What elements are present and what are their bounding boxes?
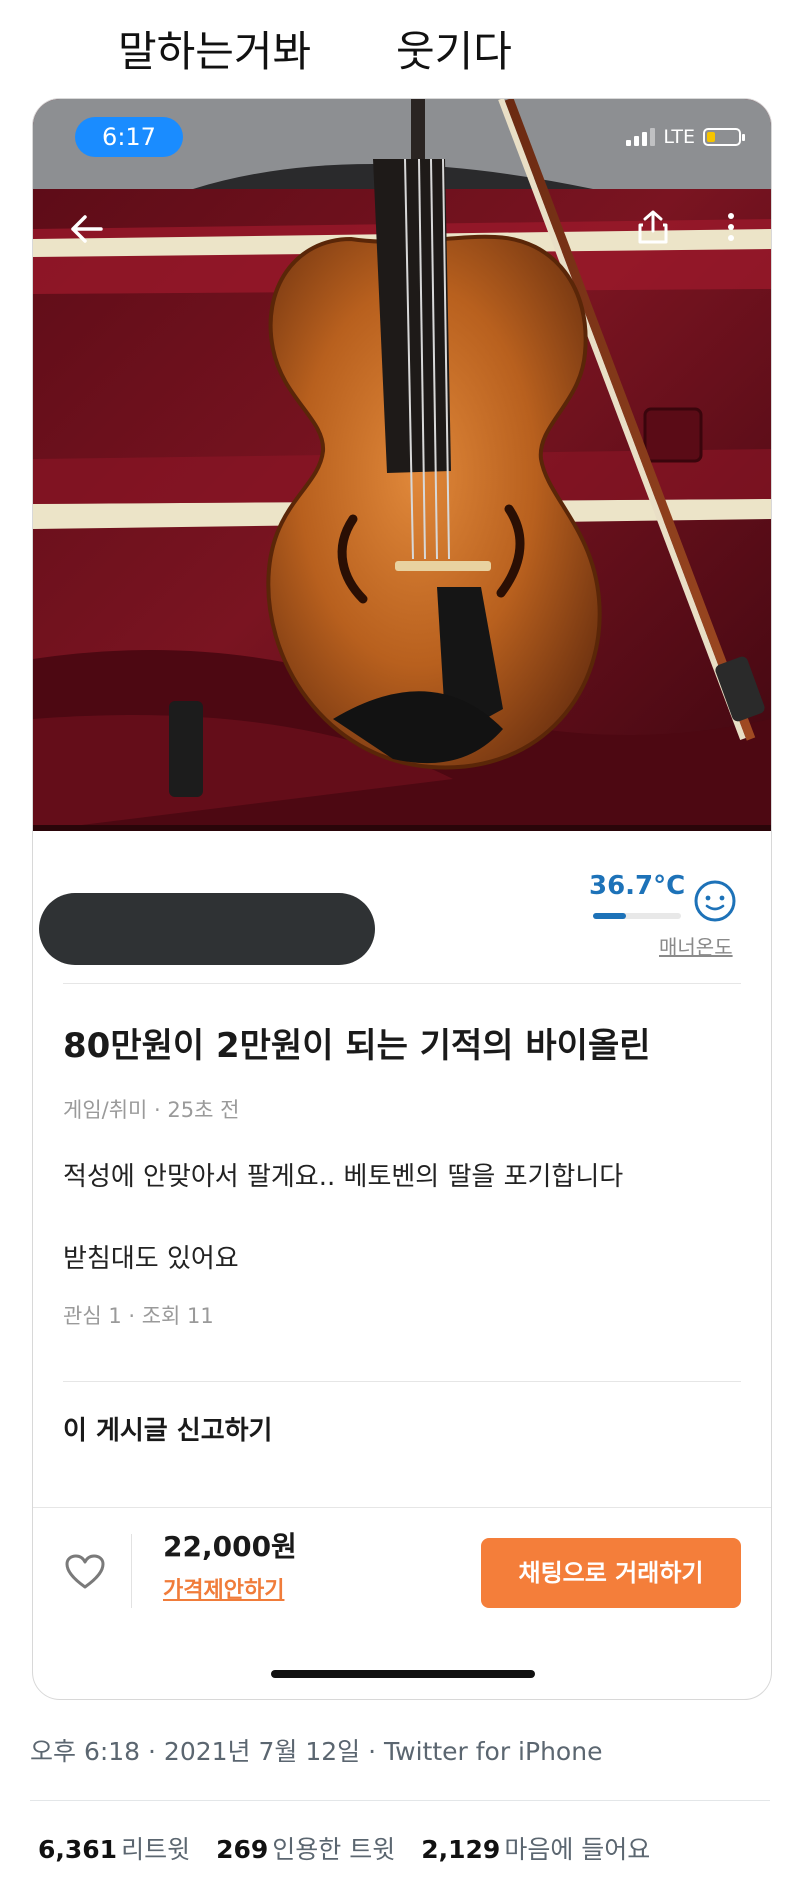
like-stat[interactable]: 2,129 마음에 들어요: [421, 1830, 650, 1870]
like-count: 2,129: [421, 1835, 501, 1864]
quote-label: 인용한 트윗: [272, 1835, 396, 1864]
share-button[interactable]: [629, 203, 677, 251]
quote-stat[interactable]: 269 인용한 트윗: [216, 1830, 395, 1870]
manner-temperature-label[interactable]: 매너온도: [659, 931, 733, 963]
retweet-label: 리트윗: [121, 1835, 191, 1864]
home-indicator[interactable]: [271, 1670, 535, 1678]
tweet-divider: [30, 1800, 770, 1801]
chat-trade-button[interactable]: 채팅으로 거래하기: [481, 1538, 741, 1608]
status-indicators: LTE: [626, 121, 745, 153]
report-post-link[interactable]: 이 게시글 신고하기: [63, 1411, 272, 1451]
signal-icon: [626, 128, 656, 146]
share-icon: [638, 210, 668, 244]
post-title: 80만원이 2만원이 되는 기적의 바이올린: [63, 1026, 651, 1066]
quote-count: 269: [216, 1835, 269, 1864]
redacted-seller-name: [39, 893, 375, 965]
report-divider: [63, 1381, 741, 1382]
back-arrow-icon: [71, 215, 103, 243]
more-button[interactable]: [707, 203, 755, 251]
seller-profile: 36.7°C 매너온도: [33, 831, 771, 983]
price: 22,000원: [163, 1530, 297, 1563]
post-body-line: 적성에 안맞아서 팔게요.. 베토벤의 딸을 포기합니다: [63, 1162, 624, 1192]
tweet-caption: 말하는거봐 웃기다: [0, 22, 800, 82]
tweet-stats: 6,361 리트윗 269 인용한 트윗 2,129 마음에 들어요: [38, 1830, 650, 1870]
manner-temperature: 36.7°C: [589, 871, 686, 901]
purchase-bar: 22,000원 가격제안하기 채팅으로 거래하기: [33, 1507, 771, 1699]
product-photo[interactable]: 6:17 LTE: [33, 99, 771, 831]
battery-icon: [703, 128, 745, 146]
manner-temperature-bar: [593, 913, 681, 919]
price-offer-link[interactable]: 가격제안하기: [163, 1574, 284, 1608]
heart-icon: [65, 1554, 105, 1589]
caption-left-text: 말하는거봐: [118, 27, 312, 76]
caption-right-text: 웃기다: [396, 27, 512, 76]
network-label: LTE: [663, 126, 695, 148]
like-button[interactable]: [55, 1542, 115, 1602]
retweet-stat[interactable]: 6,361 리트윗: [38, 1830, 190, 1870]
manner-temperature-fill: [593, 913, 626, 919]
more-vertical-icon: [728, 213, 734, 241]
phone-screenshot: 6:17 LTE 36.7°C 매너온도 80만원이 2만원이 되는 기적의 바…: [32, 98, 772, 1700]
tweet-timestamp[interactable]: 오후 6:18 · 2021년 7월 12일 · Twitter for iPh…: [30, 1732, 602, 1772]
like-label: 마음에 들어요: [504, 1835, 651, 1864]
profile-divider: [63, 983, 741, 984]
post-stats: 관심 1 · 조회 11: [63, 1304, 214, 1328]
retweet-count: 6,361: [38, 1835, 118, 1864]
status-time: 6:17: [75, 117, 183, 157]
post-category-time: 게임/취미 · 25초 전: [63, 1098, 240, 1122]
smiley-face-icon: [694, 880, 736, 922]
back-button[interactable]: [63, 205, 111, 253]
post-body-line: 받침대도 있어요: [63, 1244, 239, 1274]
bar-separator: [131, 1534, 132, 1608]
